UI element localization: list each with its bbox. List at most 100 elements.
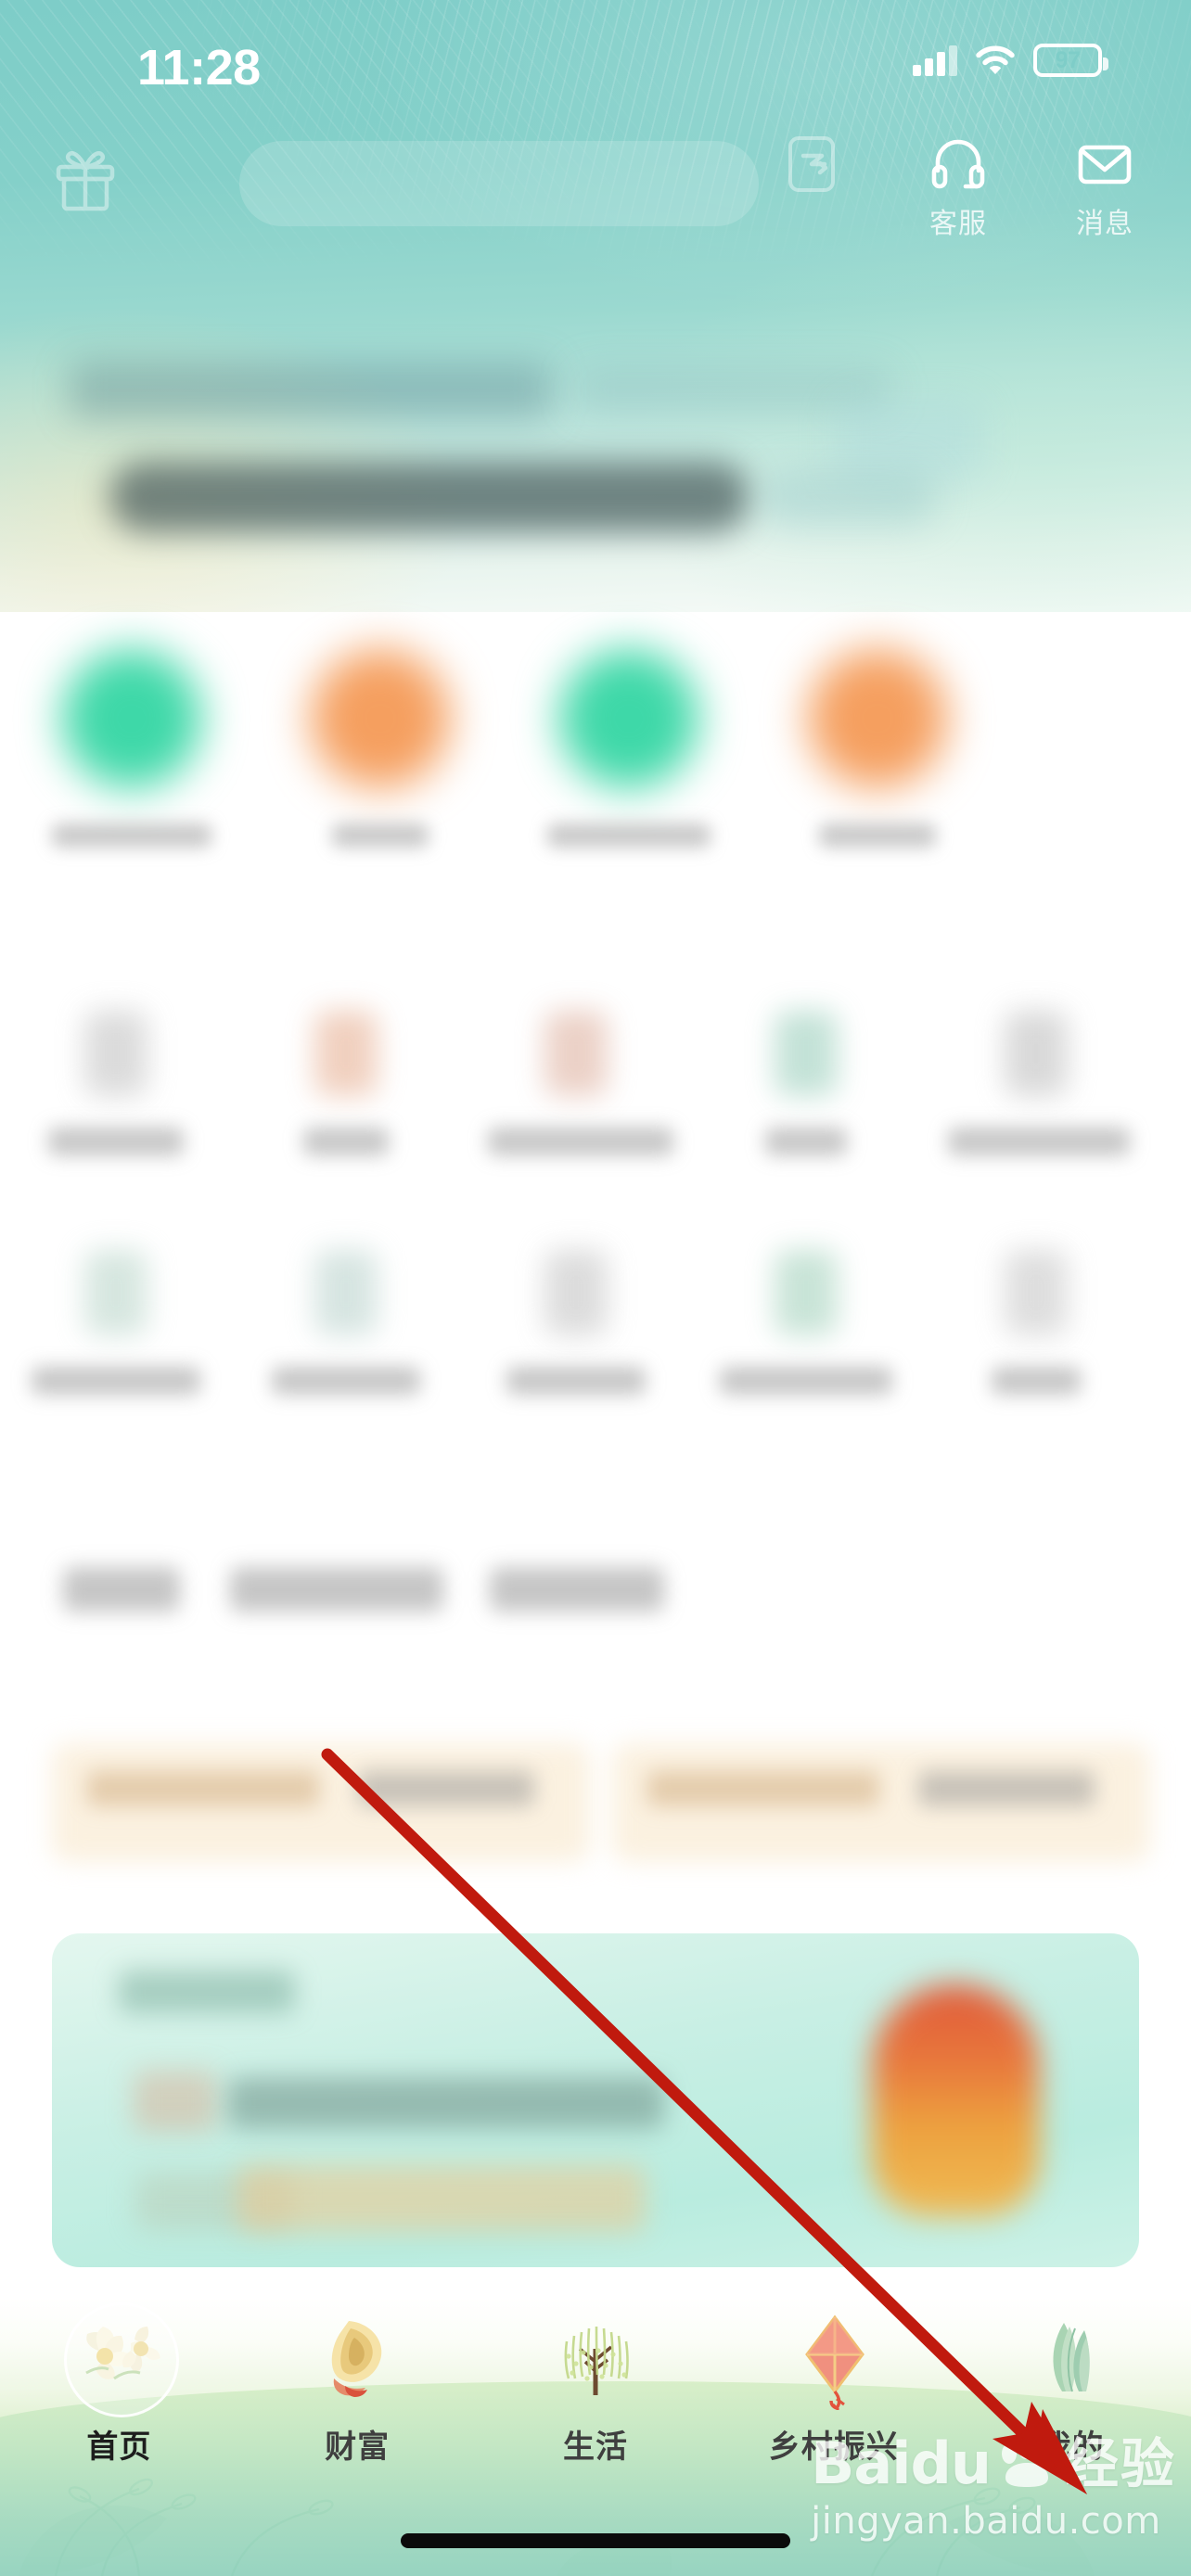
- tab-home-label: 首页: [86, 2429, 152, 2466]
- section-title-redacted: [63, 1567, 180, 1612]
- search-input[interactable]: [239, 141, 759, 226]
- header-action-group: 客服 消息: [761, 135, 1156, 241]
- section-chip-redacted[interactable]: [490, 1567, 664, 1612]
- grid-item-label: [720, 1367, 892, 1395]
- grid-item-label: [948, 1128, 1130, 1155]
- grid-item-icon: [314, 1011, 378, 1096]
- quick-action-item[interactable]: [794, 649, 961, 848]
- feature-card-icon-redacted: [134, 2071, 217, 2132]
- quick-action-item[interactable]: [545, 649, 712, 848]
- scan-code-icon: [783, 135, 840, 193]
- grid-item-label: [765, 1128, 847, 1155]
- scan-code-button[interactable]: [761, 135, 863, 200]
- feature-card-line2-redacted: [237, 2165, 646, 2232]
- feature-card-tag-redacted: [119, 1970, 295, 2013]
- grid-item-icon: [84, 1011, 147, 1096]
- customer-service-button[interactable]: 客服: [907, 135, 1009, 241]
- quick-actions-row: [0, 649, 1191, 909]
- grid-item[interactable]: [718, 1011, 894, 1155]
- tab-life-label: 生活: [562, 2429, 628, 2466]
- grid-item[interactable]: [488, 1250, 664, 1395]
- bamboo-shoot-icon: [1021, 2306, 1123, 2410]
- grid-item-label: [48, 1128, 184, 1155]
- wifi-icon: [976, 45, 1015, 76]
- status-bar-indicators: 97: [913, 44, 1108, 77]
- gift-icon[interactable]: [54, 148, 117, 211]
- grid-item[interactable]: [258, 1250, 434, 1395]
- quick-action-icon: [62, 649, 201, 788]
- grid-item-label: [992, 1367, 1081, 1395]
- watermark-url: jingyan.baidu.com: [811, 2500, 1161, 2543]
- grid-item-icon: [775, 1011, 838, 1096]
- watermark-suffix: 经验: [1064, 2432, 1176, 2495]
- feature-card[interactable]: [52, 1933, 1139, 2267]
- quick-action-item[interactable]: [48, 649, 215, 848]
- feature-card-line1-redacted: [228, 2077, 664, 2129]
- grid-item-label: [32, 1367, 200, 1395]
- promo-card[interactable]: [612, 1743, 1150, 1862]
- grid-item-icon: [1005, 1250, 1068, 1335]
- grid-item-icon: [1005, 1011, 1068, 1096]
- banner-action-redacted: [761, 468, 937, 526]
- grid-item[interactable]: [258, 1011, 434, 1155]
- baidu-watermark: Baidu 经验 jingyan.baidu.com: [811, 2429, 1176, 2544]
- narcissus-flower-icon: [64, 2302, 180, 2417]
- envelope-icon: [1076, 135, 1133, 193]
- tab-wealth[interactable]: 财富: [238, 2302, 477, 2467]
- home-indicator: [401, 2533, 790, 2548]
- kite-icon: [783, 2306, 885, 2412]
- grid-item-icon: [314, 1250, 378, 1335]
- grid-item-label: [303, 1128, 389, 1155]
- battery-percent: 97: [1055, 46, 1081, 73]
- section-chip-redacted[interactable]: [230, 1567, 443, 1612]
- section-header-row: [0, 1567, 1191, 1632]
- banner-account-bar-redacted: [109, 462, 749, 532]
- messages-label: 消息: [1076, 209, 1133, 239]
- quick-action-icon: [808, 649, 947, 788]
- quick-action-label: [52, 823, 211, 848]
- grid-item-icon: [544, 1250, 608, 1335]
- tab-wealth-label: 财富: [325, 2429, 391, 2466]
- grid-item[interactable]: [28, 1250, 204, 1395]
- grid-item-label: [488, 1128, 673, 1155]
- grid-item[interactable]: [948, 1011, 1130, 1155]
- service-icon-grid: [0, 1011, 1191, 1409]
- willow-tree-icon: [544, 2306, 647, 2410]
- quick-action-label: [819, 823, 936, 848]
- banner-title-redacted: [70, 362, 552, 419]
- grid-item[interactable]: [488, 1011, 673, 1155]
- headset-icon: [929, 135, 987, 193]
- feature-card-badge: [872, 1984, 1039, 2216]
- watermark-brand: Baidu: [811, 2429, 992, 2497]
- header-toolbar: 客服 消息: [0, 136, 1191, 269]
- grid-item[interactable]: [948, 1250, 1124, 1395]
- app-screen: 11:28 97 客服 消息 首页 财富 生活 乡村振兴 我的 Baidu 经验…: [0, 0, 1191, 2576]
- grid-item-icon: [544, 1011, 608, 1096]
- gold-ingot-icon: [306, 2306, 408, 2410]
- messages-button[interactable]: 消息: [1054, 135, 1156, 241]
- quick-action-icon: [311, 649, 450, 788]
- cellular-signal-icon: [913, 45, 957, 76]
- status-bar-time: 11:28: [137, 40, 261, 96]
- tab-home[interactable]: 首页: [0, 2302, 238, 2467]
- customer-service-label: 客服: [929, 209, 987, 239]
- grid-item-label: [506, 1367, 646, 1395]
- baidu-paw-icon: [998, 2439, 1057, 2489]
- quick-action-item[interactable]: [297, 649, 464, 848]
- quick-action-label: [332, 823, 429, 848]
- quick-action-icon: [559, 649, 698, 788]
- grid-item-label: [272, 1367, 420, 1395]
- quick-action-label: [547, 823, 711, 848]
- promo-card-sub-redacted: [358, 1771, 534, 1806]
- tab-life[interactable]: 生活: [477, 2302, 715, 2467]
- promo-card-sub-redacted: [918, 1771, 1095, 1806]
- grid-item-icon: [775, 1250, 838, 1335]
- status-bar: 11:28 97: [0, 0, 1191, 111]
- battery-icon: 97: [1033, 44, 1108, 77]
- promo-card-row: [0, 1743, 1191, 1892]
- grid-item[interactable]: [28, 1011, 204, 1155]
- promo-card[interactable]: [52, 1743, 590, 1862]
- promo-card-title-redacted: [87, 1771, 319, 1806]
- grid-item[interactable]: [718, 1250, 894, 1395]
- grid-item-icon: [84, 1250, 147, 1335]
